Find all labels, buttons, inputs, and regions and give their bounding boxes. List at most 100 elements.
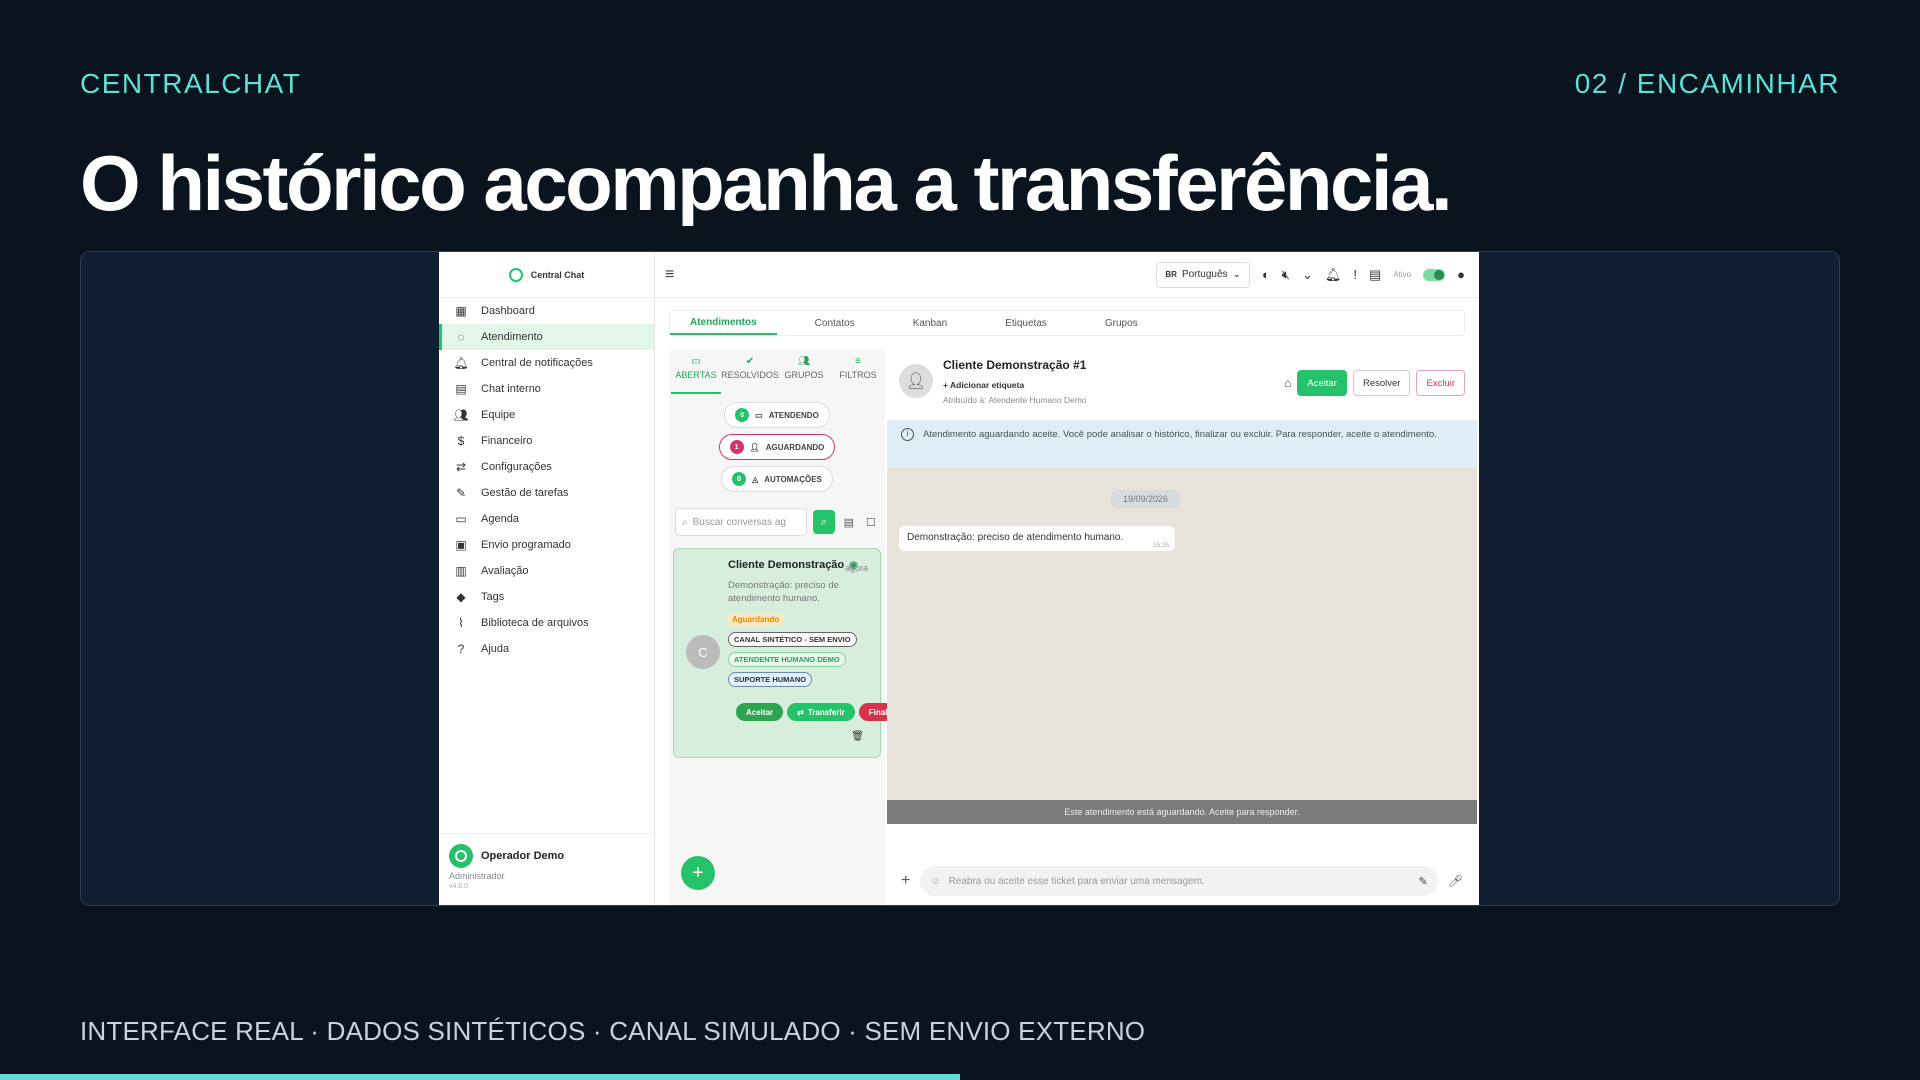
sidebar-item-financeiro[interactable]: $ Financeiro [439, 428, 654, 454]
chat-contact-name: Cliente Demonstração #1 [943, 358, 1087, 372]
tab-atendimentos[interactable]: Atendimentos [670, 311, 777, 335]
search-button[interactable]: ⌕ [813, 510, 835, 534]
sidebar-item-configuracoes[interactable]: ⇄ Configurações [439, 454, 654, 480]
accept-button[interactable]: Aceitar [1297, 370, 1347, 396]
ticket-tag: ATENDENTE HUMANO DEMO [728, 652, 846, 667]
sidebar-item-avaliacao[interactable]: ▥ Avaliação [439, 558, 654, 584]
subtab-abertas[interactable]: ▭ ABERTAS [671, 356, 721, 394]
tag-icon[interactable]: ⌂ [1284, 376, 1291, 390]
sidebar-item-label: Central de notificações [481, 357, 593, 369]
sidebar-item-dashboard[interactable]: ▦ Dashboard [439, 298, 654, 324]
sidebar-item-chat-interno[interactable]: ▤ Chat interno [439, 376, 654, 402]
pill-aguardando[interactable]: 1 👤︎ AGUARDANDO [718, 434, 836, 460]
brand-label: CENTRALCHAT [80, 68, 302, 99]
folder-icon: ▭ [691, 356, 701, 367]
help-icon: ? [457, 642, 465, 656]
footer-note: INTERFACE REAL · DADOS SINTÉTICOS · CANA… [80, 1016, 1146, 1046]
message-time: 15:35 [1152, 542, 1170, 549]
operator-panel[interactable]: Operador Demo Administrador v4.0.0 [439, 833, 655, 905]
subtab-resolvidos[interactable]: ✔ RESOLVIDOS [721, 356, 779, 394]
date-chip: 19/09/2026 [1111, 490, 1181, 508]
sidebar-item-ajuda[interactable]: ? Ajuda [439, 636, 654, 662]
search-row: ⌕ Buscar conversas ag ⌕ ▤ ☐ [669, 500, 885, 544]
sidebar-item-biblioteca[interactable]: ⌇ Biblioteca de arquivos [439, 610, 654, 636]
operator-name: Operador Demo [481, 850, 565, 862]
layout-toggle-icon[interactable]: ▤ [841, 513, 857, 531]
chevron-down-icon: ⌄ [1232, 269, 1241, 280]
sidebar-item-label: Financeiro [481, 435, 533, 447]
language-value: Português [1181, 269, 1228, 280]
accept-button[interactable]: Aceitar [736, 703, 784, 721]
transfer-button[interactable]: ⇄ Transferir [787, 703, 855, 721]
sidebar-item-tags[interactable]: ◆ Tags [439, 584, 654, 610]
status-toggle[interactable] [1423, 268, 1446, 281]
bell-icon[interactable]: 🔔︎ [1325, 267, 1342, 283]
alert-message-icon[interactable]: ! [1353, 267, 1357, 282]
group-icon: 👥︎ [797, 356, 811, 367]
sidebar-item-label: Envio programado [481, 539, 571, 551]
status-pills: 0 ▭ ATENDENDO 1 👤︎ AGUARDANDO 0 ◬ AUTOMAÇÕES [669, 394, 885, 500]
pill-automacoes[interactable]: 0 ◬ AUTOMAÇÕES [721, 466, 833, 492]
search-icon: ⌕ [682, 516, 688, 528]
sidebar-item-agenda[interactable]: ▭ Agenda [439, 506, 654, 532]
pill-atendendo[interactable]: 0 ▭ ATENDENDO [724, 402, 830, 428]
operator-role: Administrador [449, 871, 505, 881]
plus-icon: + [943, 380, 951, 390]
language-code: BR [1165, 270, 1177, 279]
hamburger-menu-icon[interactable]: ≡ [665, 266, 674, 284]
tab-etiquetas[interactable]: Etiquetas [985, 311, 1067, 335]
tab-grupos[interactable]: Grupos [1085, 311, 1158, 335]
chat-icon[interactable]: ▤ [1369, 267, 1381, 283]
sidebar-item-envio-programado[interactable]: ▣ Envio programado [439, 532, 654, 558]
brightness-icon[interactable]: ◐ [1262, 267, 1270, 282]
ticket-contact-name: Cliente Demonstração [728, 559, 845, 571]
transfer-label: Transferir [807, 707, 845, 717]
subtab-label: ABERTAS [675, 370, 717, 380]
trash-icon[interactable]: 🗑︎ [851, 731, 864, 742]
subtab-filtros[interactable]: ≡ FILTROS [833, 356, 883, 394]
transfer-icon: ⇄ [797, 707, 804, 717]
attach-plus-icon[interactable]: + [901, 872, 910, 890]
delete-button[interactable]: Excluir [1416, 370, 1465, 396]
logo-icon [508, 267, 523, 282]
sidebar-item-equipe[interactable]: 👥︎ Equipe [439, 402, 654, 428]
message-area: 19/09/2026 Demonstração: preciso de aten… [887, 468, 1477, 824]
tab-contatos[interactable]: Contatos [795, 311, 875, 335]
sidebar-item-gestao-tarefas[interactable]: ✎ Gestão de tarefas [439, 480, 654, 506]
language-select[interactable]: BR Português ⌄ [1156, 261, 1250, 288]
ticket-card[interactable]: C Cliente Demonstração ◉ agora Demonstraç… [673, 548, 912, 758]
pencil-icon[interactable]: ✎ [1419, 875, 1428, 888]
paperclip-icon: ⌇ [458, 616, 464, 630]
sidebar: Central Chat ▦ Dashboard ◌ Atendimento 🔔︎ C… [439, 252, 655, 905]
add-tag-button[interactable]: + Adicionar etiqueta [943, 380, 1087, 390]
swap-icon: ⇄ [455, 460, 467, 474]
subtab-label: GRUPOS [784, 370, 824, 380]
tab-kanban[interactable]: Kanban [893, 311, 967, 335]
emoji-icon[interactable]: ☺ [930, 876, 940, 887]
chevron-down-icon[interactable]: ⌄ [1302, 267, 1313, 283]
microphone-icon[interactable]: 🎤︎ [1448, 874, 1463, 888]
robot-icon: ◬ [752, 474, 759, 484]
app-logo[interactable]: Central Chat [439, 252, 654, 298]
new-ticket-button[interactable]: + [681, 856, 715, 890]
sidebar-item-atendimento[interactable]: ◌ Atendimento [439, 324, 654, 350]
progress-bar [0, 1074, 960, 1080]
mute-icon[interactable]: 🔇︎ [1282, 267, 1290, 283]
account-icon[interactable]: ● [1457, 267, 1465, 282]
sidebar-item-notificacoes[interactable]: 🔔︎ Central de notificações [439, 350, 654, 376]
search-input[interactable]: ⌕ Buscar conversas ag [675, 508, 808, 536]
resolve-button[interactable]: Resolver [1352, 370, 1411, 396]
subtab-grupos[interactable]: 👥︎ GRUPOS [779, 356, 829, 394]
sidebar-item-label: Tags [481, 591, 505, 603]
sidebar-item-label: Gestão de tarefas [481, 487, 569, 499]
sidebar-item-label: Dashboard [481, 305, 535, 317]
whatsapp-icon: ◌ [457, 330, 465, 344]
chat-header: 👤︎ Cliente Demonstração #1 + Adicionar e… [887, 350, 1477, 420]
check-circle-icon: ✔ [745, 356, 755, 367]
select-all-checkbox[interactable]: ☐ [863, 513, 879, 531]
filter-icon: ≡ [855, 356, 861, 367]
pill-label: AUTOMAÇÕES [764, 474, 822, 484]
message-input[interactable]: ☺ Reabra ou aceite esse ticket para envi… [920, 866, 1438, 896]
tag-icon: ◆ [456, 590, 466, 604]
calendar-icon: ▭ [455, 512, 467, 526]
